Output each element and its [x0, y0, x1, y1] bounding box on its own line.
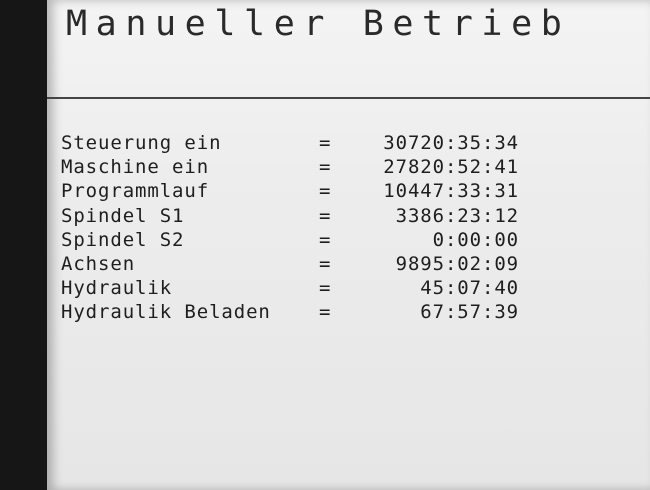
equals-sign: = [319, 156, 332, 179]
equals-sign: = [319, 252, 332, 275]
equals-sign: = [319, 204, 332, 227]
counter-value: 3386:23:12 [395, 204, 519, 227]
counter-label: Hydraulik Beladen [61, 301, 271, 324]
counter-value: 30720:35:34 [383, 132, 519, 154]
equals-sign: = [319, 180, 332, 203]
counter-row-steuerung-ein: Steuerung ein = 30720:35:34 [61, 131, 621, 155]
equals-sign: = [319, 228, 332, 251]
counter-row-spindel-s1: Spindel S1 = 3386:23:12 [61, 204, 621, 228]
counter-row-hydraulik: Hydraulik = 45:07:40 [61, 276, 621, 300]
counter-label: Spindel S1 [61, 204, 185, 227]
counter-row-achsen: Achsen = 9895:02:09 [61, 252, 621, 276]
counter-value: 0:00:00 [432, 228, 519, 251]
header-divider [47, 97, 650, 99]
counter-label: Achsen [61, 252, 136, 275]
counter-label: Programmlauf [61, 180, 210, 203]
counter-value: 67:57:39 [420, 301, 519, 324]
counter-value: 27820:52:41 [383, 156, 519, 179]
counter-label: Spindel S2 [61, 228, 185, 251]
counter-label: Steuerung ein [61, 132, 222, 154]
counter-label: Hydraulik [61, 277, 173, 300]
counter-value: 10447:33:31 [383, 180, 519, 203]
equals-sign: = [319, 132, 332, 154]
counter-value: 45:07:40 [420, 277, 519, 300]
operating-hours-list: Steuerung ein = 30720:35:34 Maschine ein… [61, 131, 621, 325]
counter-row-hydraulik-beladen: Hydraulik Beladen = 67:57:39 [61, 300, 621, 324]
counter-row-spindel-s2: Spindel S2 = 0:00:00 [61, 228, 621, 252]
equals-sign: = [319, 277, 332, 300]
equals-sign: = [319, 301, 332, 324]
counter-row-programmlauf: Programmlauf = 10447:33:31 [61, 179, 621, 203]
counter-label: Maschine ein [61, 156, 210, 179]
page-title: Manueller Betrieb [66, 4, 571, 44]
machine-display: Manueller Betrieb Steuerung ein = 30720:… [47, 0, 650, 490]
screen-header: Manueller Betrieb [47, 0, 650, 98]
counter-value: 9895:02:09 [395, 252, 519, 275]
counter-row-maschine-ein: Maschine ein = 27820:52:41 [61, 155, 621, 179]
